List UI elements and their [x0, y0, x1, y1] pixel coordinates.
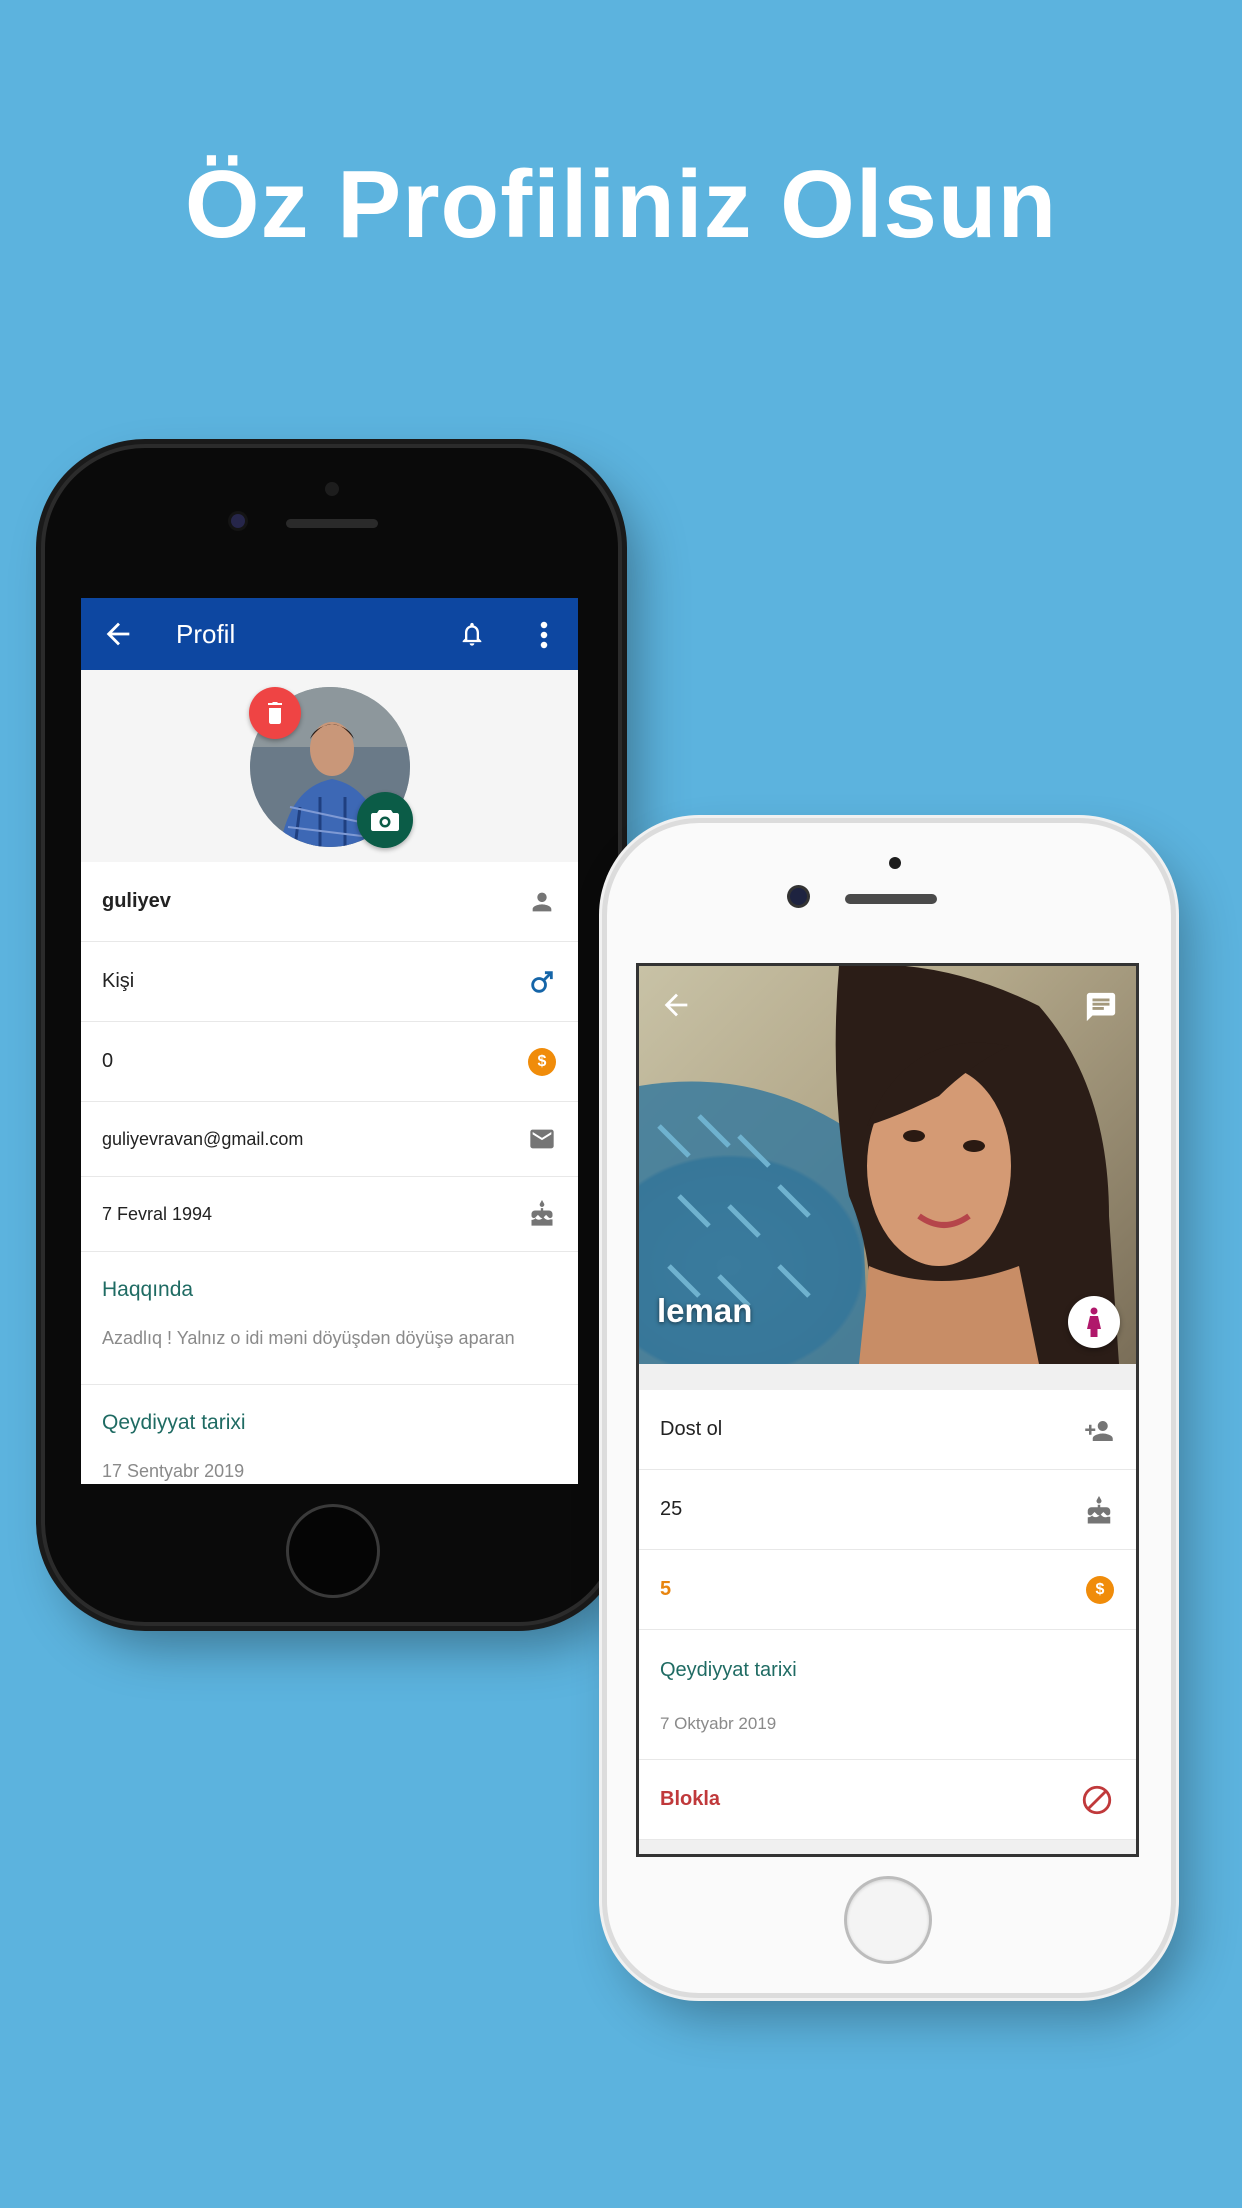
coins-value: 0	[102, 1050, 114, 1072]
add-friend-row[interactable]: Dost ol	[639, 1390, 1136, 1470]
home-button[interactable]	[286, 1504, 380, 1598]
headline: Öz Profiliniz Olsun	[184, 151, 1058, 258]
person-add-icon	[1085, 1421, 1113, 1441]
about-section: Haqqında Azadlıq ! Yalnız o idi məni döy…	[81, 1252, 578, 1385]
home-button[interactable]	[844, 1876, 932, 1964]
registered-title: Qeydiyyat tarixi	[660, 1659, 797, 1681]
phone-black: Profil guliyev Kişi 0 $ guliyevravan@gma…	[45, 448, 618, 1622]
block-icon	[1082, 1785, 1112, 1815]
proximity-sensor	[231, 514, 245, 528]
earpiece-speaker	[845, 894, 937, 904]
username-row[interactable]: guliyev	[81, 862, 578, 942]
delete-icon	[268, 702, 282, 724]
registered-date: 7 Oktyabr 2019	[660, 1714, 777, 1733]
profile-fields: guliyev Kişi 0 $ guliyevravan@gmail.com	[81, 862, 578, 1484]
front-camera	[325, 482, 339, 496]
gender-badge	[1068, 1296, 1120, 1348]
cake-icon	[1087, 1496, 1111, 1524]
mail-icon	[530, 1129, 554, 1149]
coin-icon: $	[528, 1048, 556, 1076]
about-text: Azadlıq ! Yalnız o idi məni döyüşdən döy…	[102, 1328, 515, 1348]
profile-photo: leman	[639, 966, 1136, 1364]
app-bar: Profil	[81, 598, 578, 670]
delete-photo-button[interactable]	[249, 687, 301, 739]
registered-date: 17 Sentyabr 2019	[102, 1461, 245, 1481]
coins-value: 5	[660, 1578, 672, 1600]
user-profile-screen: leman Dost ol 25 5 $ Qeydiyyat tarixi 7 …	[639, 966, 1136, 1854]
email-value: guliyevravan@gmail.com	[102, 1129, 304, 1149]
earpiece-speaker	[286, 519, 378, 528]
gender-row[interactable]: Kişi	[81, 942, 578, 1022]
page-title: Profil	[176, 619, 236, 649]
change-photo-button[interactable]	[357, 792, 413, 848]
registered-section: Qeydiyyat tarixi 17 Sentyabr 2019	[81, 1385, 578, 1484]
cake-icon	[531, 1200, 553, 1226]
profile-screen: Profil guliyev Kişi 0 $ guliyevravan@gma…	[81, 598, 578, 1484]
male-icon	[531, 971, 553, 993]
about-title: Haqqında	[102, 1278, 194, 1301]
birthday-row[interactable]: 7 Fevral 1994	[81, 1177, 578, 1252]
age-row[interactable]: 25	[639, 1470, 1136, 1550]
profile-name: leman	[657, 1292, 753, 1329]
user-fields: Dost ol 25 5 $ Qeydiyyat tarixi 7 Oktyab…	[639, 1390, 1136, 1840]
coins-row[interactable]: 5 $	[639, 1550, 1136, 1630]
age-value: 25	[660, 1498, 683, 1520]
female-icon	[1087, 1307, 1101, 1337]
camera-icon	[371, 810, 399, 831]
back-arrow-icon[interactable]	[659, 988, 693, 1022]
chat-icon[interactable]	[1084, 990, 1118, 1024]
more-vert-icon[interactable]	[538, 620, 550, 650]
coin-icon: $	[1086, 1576, 1114, 1604]
registered-section: Qeydiyyat tarixi 7 Oktyabr 2019	[639, 1630, 1136, 1760]
person-icon	[532, 892, 552, 912]
username-value: guliyev	[102, 890, 171, 912]
coins-row[interactable]: 0 $	[81, 1022, 578, 1102]
bell-icon[interactable]	[458, 619, 486, 649]
birthday-value: 7 Fevral 1994	[102, 1204, 213, 1224]
block-label: Blokla	[660, 1788, 721, 1810]
block-row[interactable]: Blokla	[639, 1760, 1136, 1840]
registered-title: Qeydiyyat tarixi	[102, 1411, 246, 1434]
front-camera	[889, 857, 901, 869]
avatar-area	[81, 670, 578, 862]
gender-value: Kişi	[102, 970, 135, 992]
add-friend-label: Dost ol	[660, 1418, 723, 1440]
email-row[interactable]: guliyevravan@gmail.com	[81, 1102, 578, 1177]
proximity-sensor	[790, 888, 807, 905]
phone-white: leman Dost ol 25 5 $ Qeydiyyat tarixi 7 …	[607, 823, 1171, 1993]
back-arrow-icon[interactable]	[101, 617, 135, 651]
